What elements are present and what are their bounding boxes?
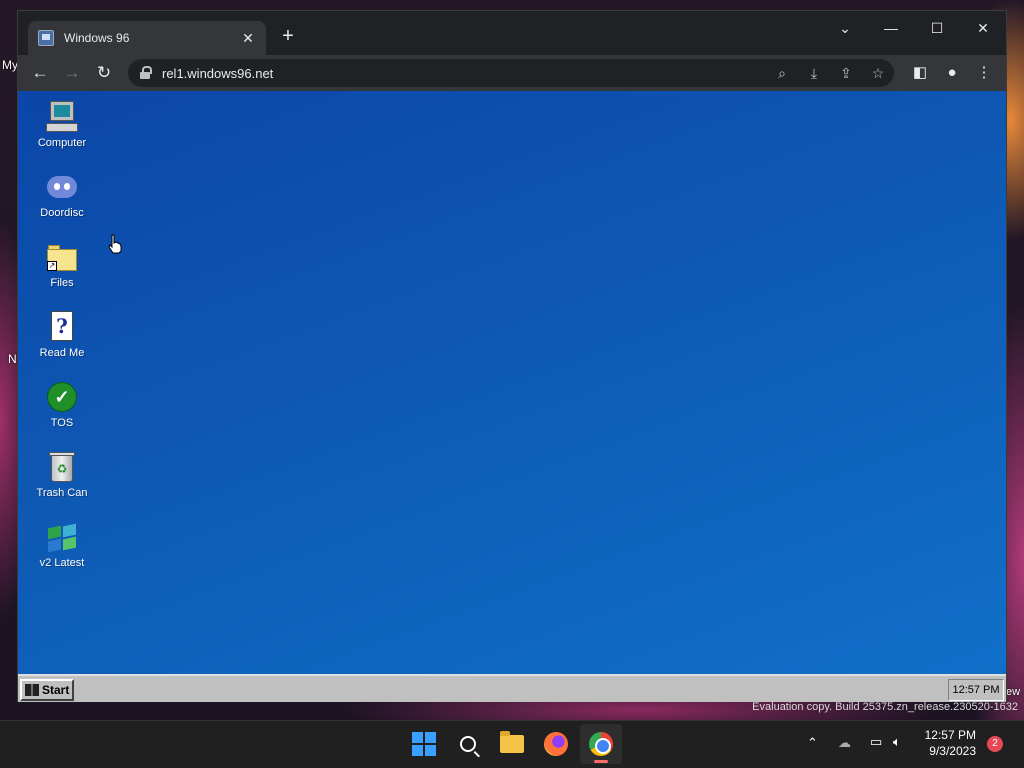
desktop-icon-label: TOS bbox=[50, 417, 74, 429]
chrome-active-indicator bbox=[594, 760, 608, 763]
minimize-button[interactable]: — bbox=[871, 15, 911, 41]
browser-window: Windows 96 ✕ + ⌄ — ☐ ✕ ← → ↻ rel1.window… bbox=[17, 10, 1007, 702]
back-arrow-icon[interactable]: ← bbox=[24, 57, 56, 89]
start-button[interactable]: Start bbox=[20, 679, 74, 701]
lock-icon[interactable] bbox=[140, 66, 152, 80]
browser-toolbar: ← → ↻ rel1.windows96.net ⌕ ⤓ ⇪ ☆ ◧ ● ⋮ bbox=[18, 55, 1006, 91]
desktop-icon-tos[interactable]: ✓ TOS bbox=[24, 381, 100, 429]
w96-logo-icon bbox=[25, 684, 39, 696]
menu-kebab-icon[interactable]: ⋮ bbox=[968, 57, 1000, 89]
volume-icon[interactable]: 🔈︎ bbox=[893, 734, 901, 750]
windows-flag-icon bbox=[46, 521, 78, 553]
desktop-icon-label: Doordisc bbox=[40, 207, 84, 219]
tab-title: Windows 96 bbox=[64, 31, 130, 45]
zoom-search-icon[interactable]: ⌕ bbox=[766, 65, 798, 82]
w96-tray-clock[interactable]: 12:57 PM bbox=[948, 679, 1004, 701]
onedrive-offline-icon[interactable]: ☁ bbox=[838, 735, 851, 751]
new-tab-button[interactable]: + bbox=[276, 25, 300, 49]
firefox-icon[interactable] bbox=[540, 728, 572, 760]
bookmark-star-icon[interactable]: ☆ bbox=[862, 65, 894, 82]
tab-windows96[interactable]: Windows 96 ✕ bbox=[28, 21, 266, 55]
profile-icon[interactable]: ● bbox=[936, 57, 968, 89]
host-edge-fragment: ew bbox=[1006, 686, 1021, 698]
w96-taskbar: Start 12:57 PM bbox=[18, 674, 1006, 702]
forward-arrow-icon[interactable]: → bbox=[56, 57, 88, 89]
windows96-favicon-icon bbox=[38, 30, 54, 46]
readme-icon: ? bbox=[46, 311, 78, 343]
desktop-icon-trash-can[interactable]: ♻ Trash Can bbox=[24, 451, 100, 499]
tab-strip: Windows 96 ✕ + ⌄ — ☐ ✕ bbox=[18, 11, 1006, 55]
close-icon[interactable]: ✕ bbox=[240, 30, 256, 47]
side-panel-icon[interactable]: ◧ bbox=[904, 57, 936, 89]
notification-badge[interactable]: 2 bbox=[987, 736, 1003, 752]
host-desktop-label-fragment: My bbox=[2, 58, 18, 72]
network-icon[interactable]: ▭ bbox=[870, 734, 882, 750]
reload-icon[interactable]: ↻ bbox=[88, 57, 120, 89]
url-text[interactable]: rel1.windows96.net bbox=[162, 66, 766, 81]
search-icon[interactable] bbox=[452, 728, 484, 760]
windows-start-icon[interactable] bbox=[408, 728, 440, 760]
install-app-icon[interactable]: ⤓ bbox=[798, 65, 830, 82]
recycle-bin-icon: ♻ bbox=[46, 451, 78, 483]
tab-search-chevron-icon[interactable]: ⌄ bbox=[825, 15, 865, 41]
maximize-button[interactable]: ☐ bbox=[917, 15, 957, 41]
discord-icon bbox=[46, 171, 78, 203]
desktop-icon-v2-latest[interactable]: v2 Latest bbox=[24, 521, 100, 569]
desktop-icon-label: Trash Can bbox=[36, 487, 88, 499]
hand-cursor-icon bbox=[108, 234, 122, 254]
computer-icon bbox=[46, 101, 78, 133]
desktop-icon-read-me[interactable]: ? Read Me bbox=[24, 311, 100, 359]
desktop-icon-doordisc[interactable]: Doordisc bbox=[24, 171, 100, 219]
desktop-icon-label: v2 Latest bbox=[39, 557, 85, 569]
window-close-button[interactable]: ✕ bbox=[963, 15, 1003, 41]
share-icon[interactable]: ⇪ bbox=[830, 65, 862, 82]
desktop-icon-label: Computer bbox=[37, 137, 87, 149]
chrome-icon[interactable] bbox=[585, 728, 617, 760]
evaluation-watermark: Evaluation copy. Build 25375.zn_release.… bbox=[752, 701, 1018, 713]
desktop-icon-label: Read Me bbox=[39, 347, 85, 359]
page-viewport: Computer Doordisc ↗ Files ? Read Me ✓ TO… bbox=[18, 91, 1006, 702]
desktop-icon-files[interactable]: ↗ Files bbox=[24, 241, 100, 289]
clock-date: 9/3/2023 bbox=[929, 744, 976, 758]
file-explorer-icon[interactable] bbox=[496, 728, 528, 760]
checkmark-icon: ✓ bbox=[46, 381, 78, 413]
clock-time: 12:57 PM bbox=[924, 728, 976, 742]
chevron-up-icon[interactable]: ⌃ bbox=[807, 735, 818, 751]
host-desktop-label-fragment: N bbox=[8, 352, 17, 366]
desktop-icon-computer[interactable]: Computer bbox=[24, 101, 100, 149]
address-bar[interactable]: rel1.windows96.net ⌕ ⤓ ⇪ ☆ bbox=[128, 59, 894, 87]
folder-shortcut-icon: ↗ bbox=[46, 241, 78, 273]
host-clock[interactable]: 12:57 PM 9/3/2023 bbox=[925, 727, 976, 759]
start-label: Start bbox=[42, 683, 70, 697]
w96-desktop[interactable]: Computer Doordisc ↗ Files ? Read Me ✓ TO… bbox=[18, 91, 1006, 674]
desktop-icon-label: Files bbox=[50, 277, 74, 289]
